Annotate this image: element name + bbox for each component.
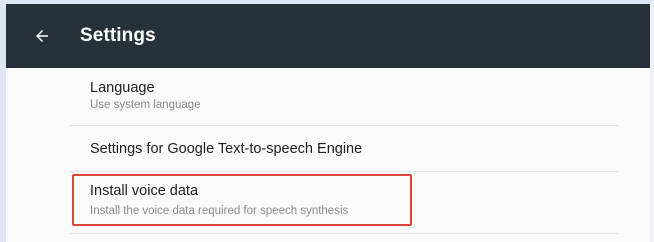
page-title: Settings: [80, 25, 156, 46]
setting-google-tts-engine[interactable]: Settings for Google Text-to-speech Engin…: [70, 126, 618, 172]
settings-list: Language Use system language Settings fo…: [6, 68, 650, 242]
setting-install-voice-data[interactable]: Install voice data Install the voice dat…: [70, 172, 618, 234]
setting-language[interactable]: Language Use system language: [70, 68, 618, 126]
back-button[interactable]: [30, 24, 54, 48]
setting-install-voice-data-summary: Install the voice data required for spee…: [90, 205, 349, 217]
setting-language-label: Language: [90, 80, 155, 96]
app-bar: Settings: [6, 4, 650, 68]
setting-language-summary: Use system language: [90, 99, 201, 111]
arrow-left-icon: [36, 30, 48, 42]
setting-install-voice-data-label: Install voice data: [90, 183, 199, 199]
setting-google-tts-engine-label: Settings for Google Text-to-speech Engin…: [90, 141, 363, 157]
